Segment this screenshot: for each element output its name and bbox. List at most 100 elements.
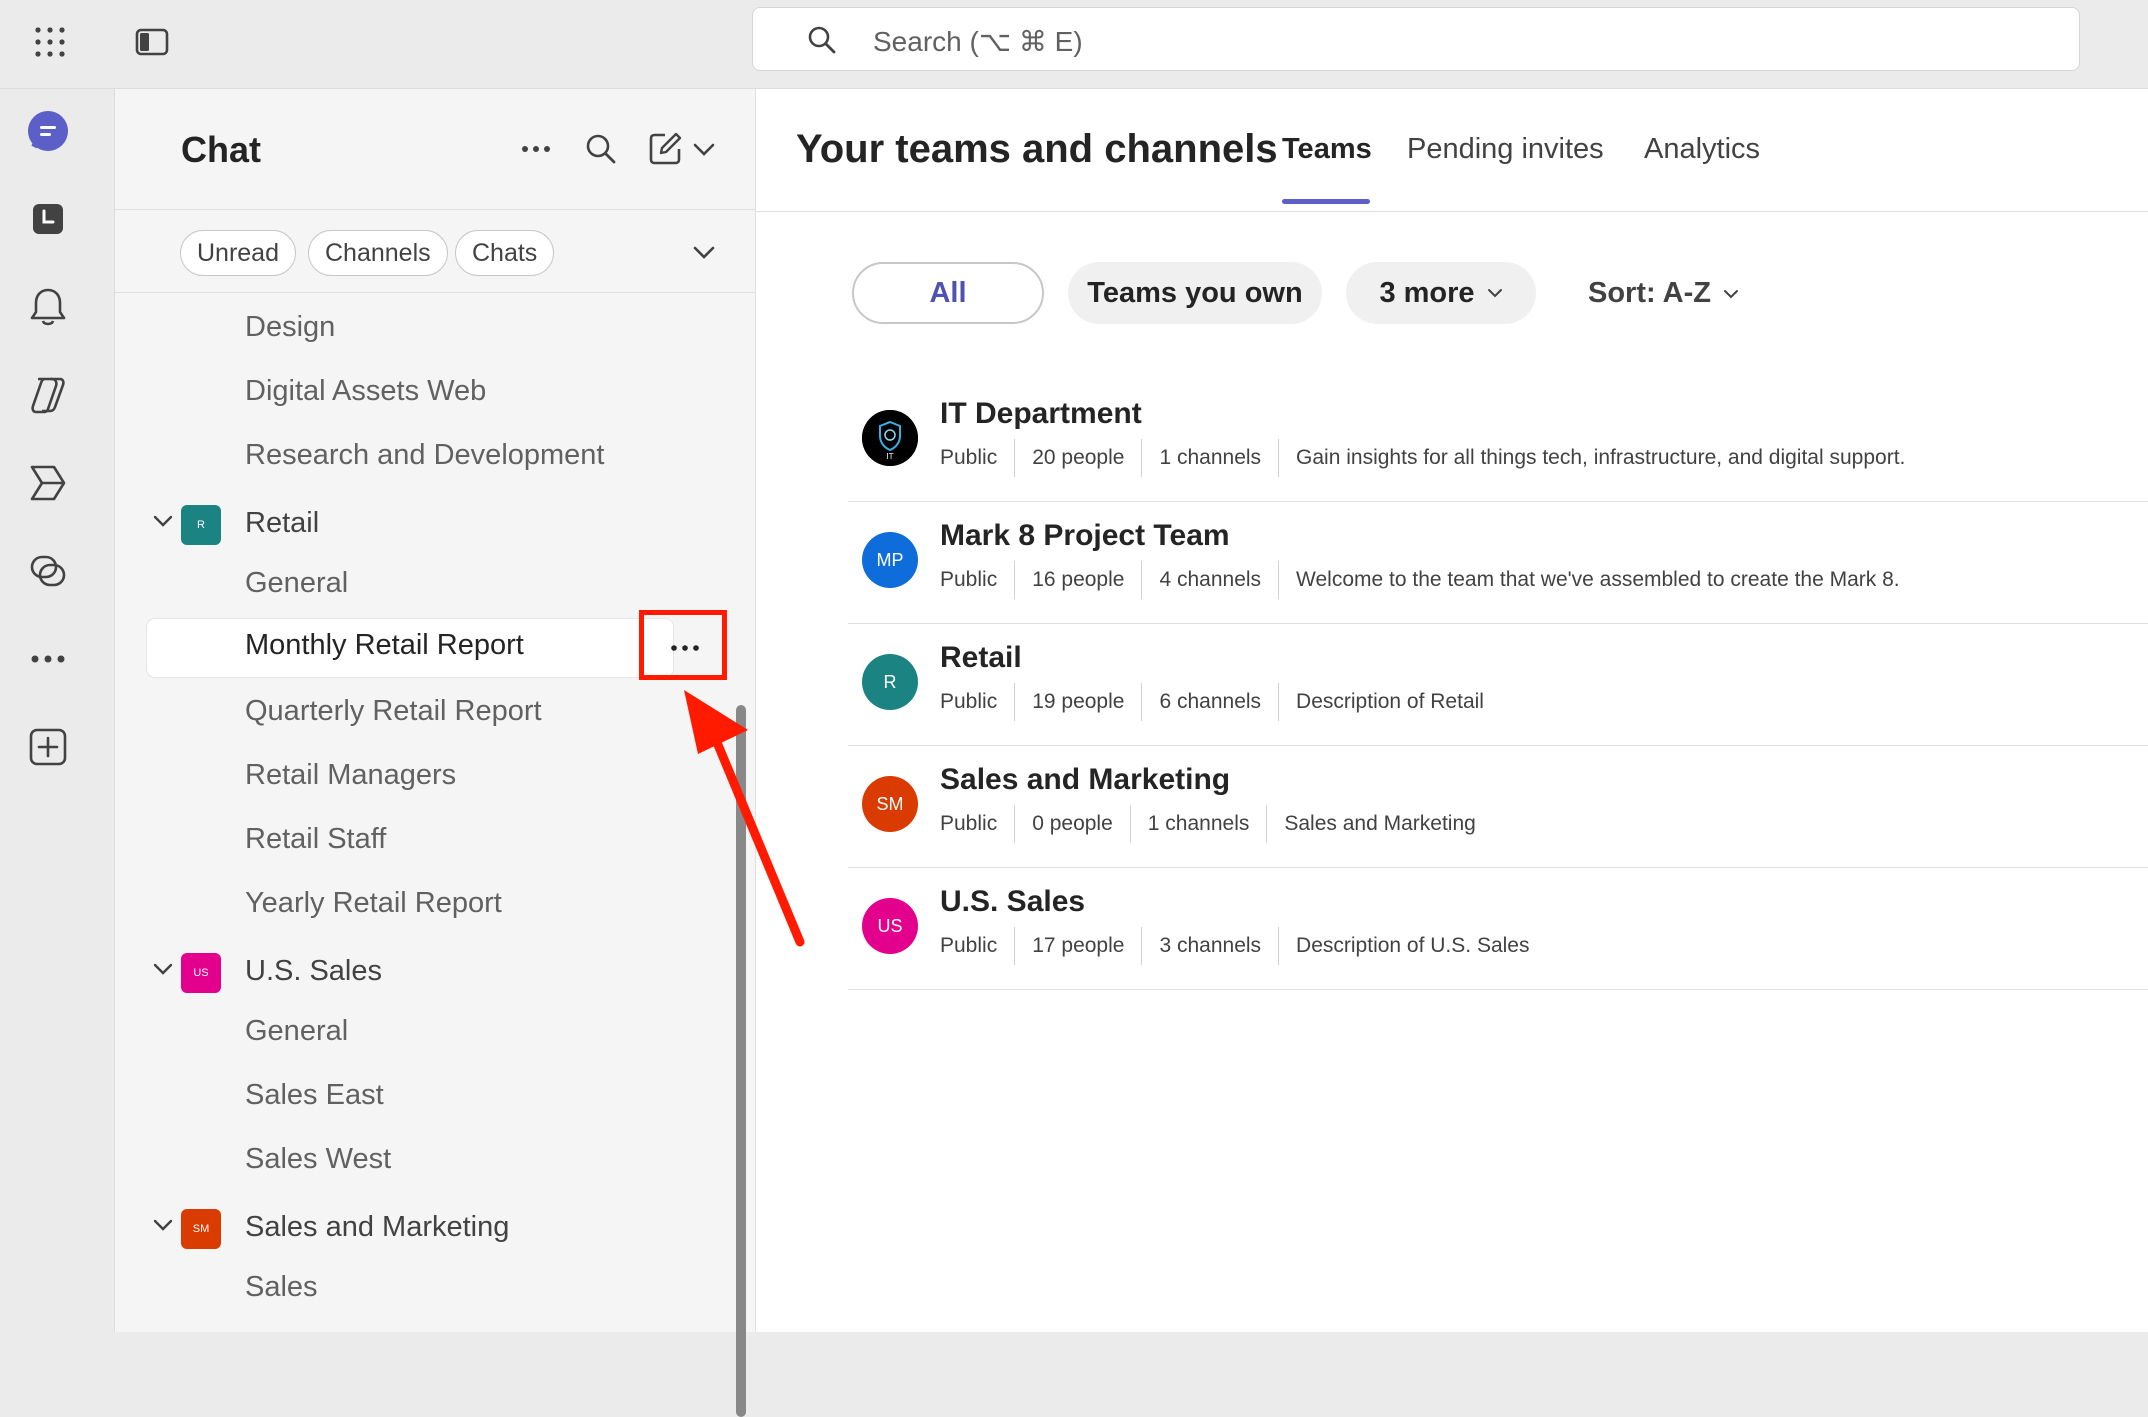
chevron-down-icon[interactable]	[693, 143, 715, 157]
channel-item[interactable]: Digital Assets Web	[115, 365, 755, 421]
annotation-arrow	[684, 690, 805, 947]
filter-teams-you-own-button[interactable]: Teams you own	[1068, 262, 1322, 324]
sort-label: Sort: A-Z	[1588, 277, 1711, 309]
team-people: 16 people	[1014, 561, 1141, 599]
channel-item[interactable]: Design	[115, 301, 755, 357]
chat-panel: Chat Unread Channels Chats Design Digita…	[115, 89, 756, 1417]
chat-filters: Unread Channels Chats	[115, 209, 755, 293]
chevron-down-icon[interactable]	[153, 963, 173, 975]
team-visibility: Public	[940, 812, 998, 835]
team-row[interactable]: R Retail Public 19 people 6 channels Des…	[848, 623, 2148, 746]
filter-all-button[interactable]: All	[852, 262, 1044, 324]
team-name[interactable]: Retail	[940, 641, 1022, 675]
add-apps-icon[interactable]	[24, 723, 72, 771]
team-row[interactable]: SM Sales and Marketing Public 0 people 1…	[848, 745, 2148, 868]
calendar-icon[interactable]	[24, 195, 72, 243]
chat-title: Chat	[181, 129, 261, 170]
team-row[interactable]: US U.S. Sales Public 17 people 3 channel…	[848, 867, 2148, 990]
team-channels: 3 channels	[1141, 927, 1278, 965]
sort-button[interactable]: Sort: A-Z	[1588, 277, 1739, 310]
search-box[interactable]: Search (⌥ ⌘ E)	[752, 7, 2080, 71]
channel-item[interactable]: Research and Development	[115, 429, 755, 485]
team-people: 19 people	[1014, 683, 1141, 721]
app-launcher-icon[interactable]	[30, 22, 70, 62]
team-visibility: Public	[940, 568, 998, 591]
team-item-retail[interactable]: R Retail	[115, 497, 755, 553]
tab-analytics[interactable]: Analytics	[1644, 133, 1760, 166]
team-avatar: SM	[181, 1209, 221, 1249]
more-apps-icon[interactable]	[24, 635, 72, 683]
team-avatar: R	[862, 654, 918, 710]
filter-chats[interactable]: Chats	[455, 230, 555, 276]
top-bar: Search (⌥ ⌘ E)	[0, 0, 2148, 89]
team-meta: Public 17 people 3 channels Description …	[940, 927, 1546, 965]
team-item-us-sales[interactable]: US U.S. Sales	[115, 945, 755, 1001]
team-avatar: US	[862, 898, 918, 954]
team-meta: Public 16 people 4 channels Welcome to t…	[940, 561, 1917, 599]
chevron-down-icon[interactable]	[153, 515, 173, 527]
filter-unread[interactable]: Unread	[180, 230, 296, 276]
team-row[interactable]: IT IT Department Public 20 people 1 chan…	[848, 379, 2148, 502]
team-name[interactable]: Mark 8 Project Team	[940, 519, 1230, 553]
planner-icon[interactable]	[24, 459, 72, 507]
team-name[interactable]: IT Department	[940, 397, 1142, 431]
channel-item[interactable]: Yearly Retail Report	[115, 877, 755, 933]
team-meta: Public 19 people 6 channels Description …	[940, 683, 1501, 721]
channel-item[interactable]: Sales West	[115, 1133, 755, 1189]
team-channels: 1 channels	[1129, 805, 1267, 843]
chevron-down-icon[interactable]	[153, 1219, 173, 1231]
bell-icon[interactable]	[24, 283, 72, 331]
team-description: Description of U.S. Sales	[1278, 927, 1546, 965]
team-item-sales-and-marketing[interactable]: SM Sales and Marketing	[115, 1201, 755, 1257]
sidebar-toggle-icon[interactable]	[132, 22, 172, 62]
team-avatar: SM	[862, 776, 918, 832]
team-description: Welcome to the team that we've assembled…	[1278, 561, 1917, 599]
team-description: Gain insights for all things tech, infra…	[1278, 439, 1922, 477]
team-channels: 1 channels	[1141, 439, 1278, 477]
team-visibility: Public	[940, 934, 998, 957]
tab-teams[interactable]: Teams	[1282, 133, 1372, 166]
app-rail	[0, 89, 115, 1332]
team-people: 17 people	[1014, 927, 1141, 965]
channel-item[interactable]: General	[115, 1005, 755, 1061]
new-chat-icon[interactable]	[647, 131, 683, 167]
channel-item[interactable]: General	[115, 557, 755, 613]
channel-item[interactable]: Retail Managers	[115, 749, 755, 805]
copilot-icon[interactable]	[24, 371, 72, 419]
team-people: 0 people	[1014, 805, 1130, 843]
team-avatar: IT	[862, 410, 918, 466]
filter-more-label: 3 more	[1379, 276, 1475, 309]
team-avatar: MP	[862, 532, 918, 588]
channel-item[interactable]: Sales	[115, 1261, 755, 1317]
team-name[interactable]: U.S. Sales	[940, 885, 1085, 919]
tab-pending-invites[interactable]: Pending invites	[1407, 133, 1604, 166]
filters-expand-icon[interactable]	[693, 246, 715, 260]
channel-item[interactable]: Sales East	[115, 1069, 755, 1125]
main-content: Your teams and channels Teams Pending in…	[756, 89, 2148, 1332]
filter-more-button[interactable]: 3 more	[1346, 262, 1536, 324]
team-people: 20 people	[1014, 439, 1141, 477]
chat-icon[interactable]	[24, 107, 72, 155]
team-description: Sales and Marketing	[1266, 805, 1492, 843]
team-row[interactable]: MP Mark 8 Project Team Public 16 people …	[848, 501, 2148, 624]
search-icon	[807, 25, 837, 55]
active-tab-indicator	[1282, 199, 1370, 204]
annotation-highlight-box	[639, 610, 727, 680]
filter-search-icon[interactable]	[585, 133, 617, 165]
more-options-icon[interactable]	[521, 145, 551, 153]
team-channels: 4 channels	[1141, 561, 1278, 599]
loop-icon[interactable]	[24, 547, 72, 595]
chevron-down-icon	[1487, 288, 1503, 298]
channel-more-options-icon[interactable]	[671, 645, 699, 651]
team-name[interactable]: Sales and Marketing	[940, 763, 1230, 797]
team-visibility: Public	[940, 690, 998, 713]
team-avatar: US	[181, 953, 221, 993]
page-title: Your teams and channels	[796, 127, 1278, 171]
channel-item[interactable]: Quarterly Retail Report	[115, 685, 755, 741]
filter-channels[interactable]: Channels	[308, 230, 448, 276]
chevron-down-icon	[1723, 289, 1739, 299]
team-avatar: R	[181, 505, 221, 545]
channel-item[interactable]: Retail Staff	[115, 813, 755, 869]
search-placeholder: Search (⌥ ⌘ E)	[873, 26, 1083, 57]
team-meta: Public 20 people 1 channels Gain insight…	[940, 439, 1922, 477]
